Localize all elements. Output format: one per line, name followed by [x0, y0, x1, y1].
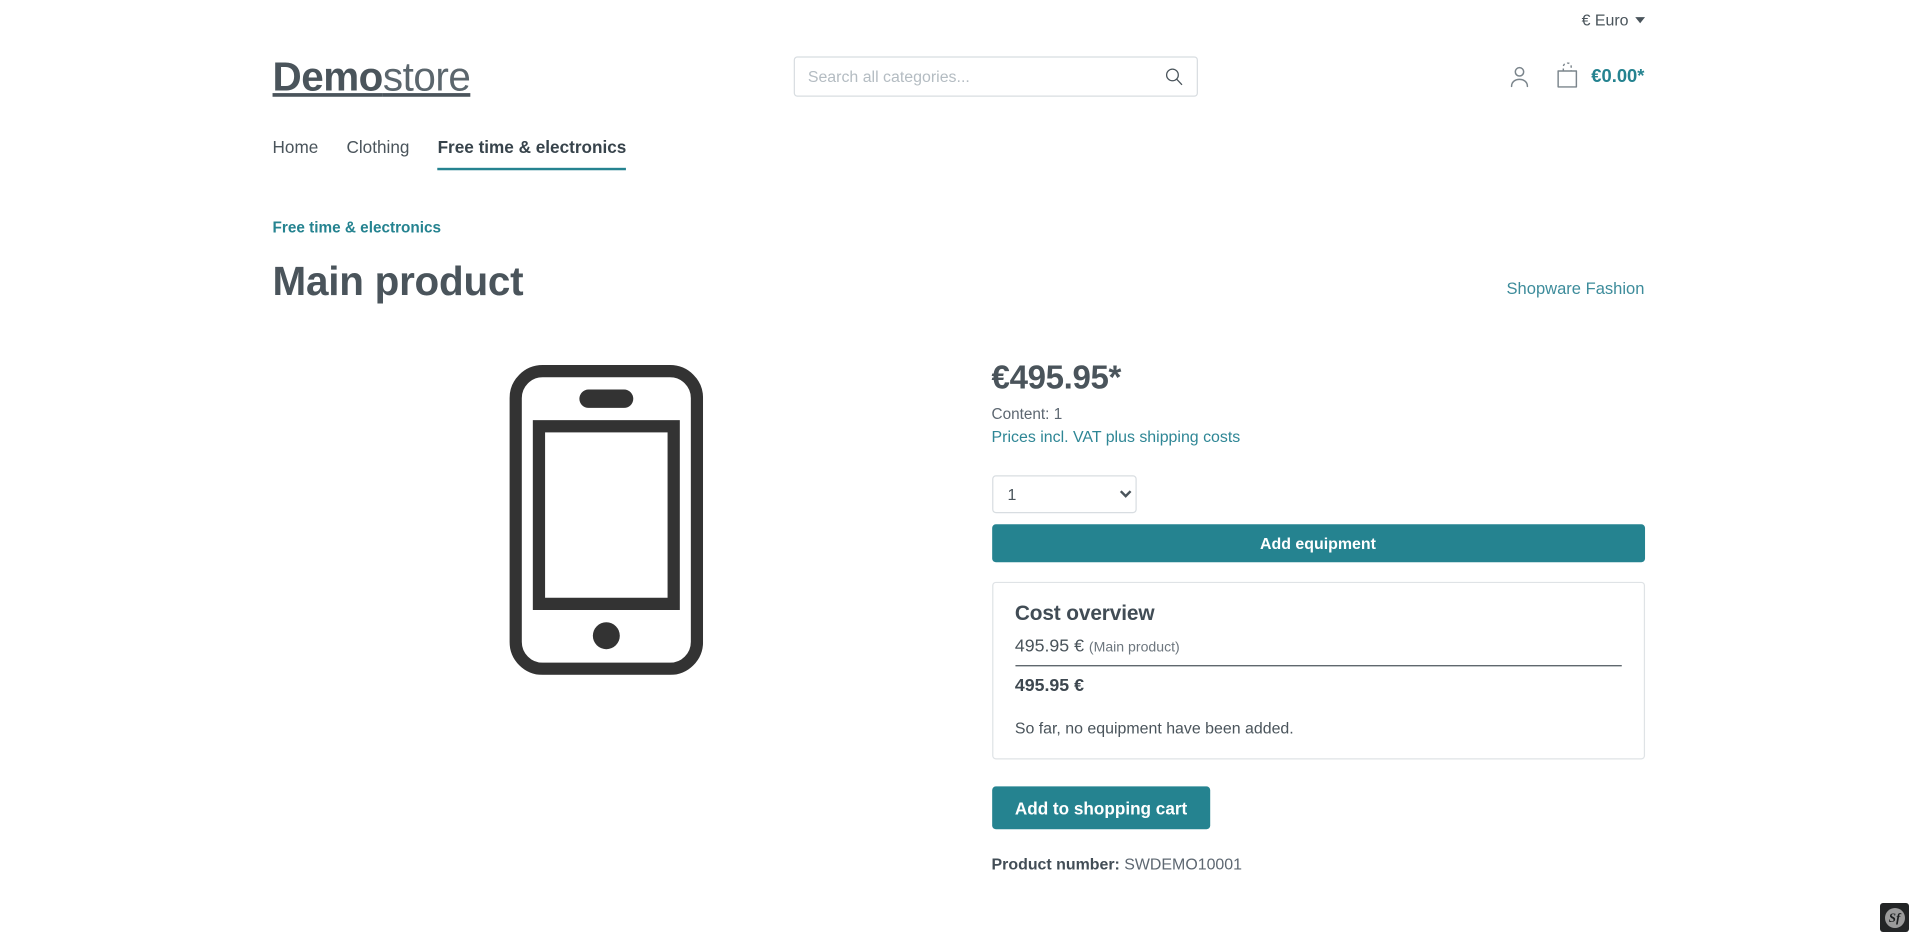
logo-bold-text: Demo [272, 53, 384, 99]
chevron-down-icon [1634, 16, 1645, 23]
cart-button[interactable]: €0.00* [1555, 62, 1645, 89]
product-tax-info: Prices incl. VAT plus shipping costs [992, 428, 1645, 446]
cost-overview-total: 495.95 € [1014, 676, 1084, 697]
person-icon [1510, 66, 1529, 87]
topbar: € Euro [273, 0, 1645, 32]
nav-item-free-time-electronics[interactable]: Free time & electronics [437, 137, 627, 171]
tax-info-link[interactable]: Prices incl. VAT plus shipping costs [992, 428, 1241, 446]
add-equipment-button[interactable]: Add equipment [991, 524, 1645, 563]
smartphone-icon[interactable] [509, 364, 704, 675]
cost-overview-line: 495.95 € (Main product) [1014, 637, 1622, 667]
symfony-toolbar-badge[interactable]: Sf [1880, 903, 1909, 932]
cost-overview-heading: Cost overview [1014, 601, 1155, 626]
currency-switcher[interactable]: € Euro [1581, 10, 1645, 29]
header-actions: €0.00* [1507, 62, 1645, 89]
product-buy-box: €495.95* Content: 1 Prices incl. VAT plu… [940, 350, 1645, 874]
product-heading-container: Main product Shopware Fashion [273, 236, 1645, 305]
bag-icon [1557, 62, 1578, 88]
product-tabs-container: Description Reviews [273, 874, 1645, 940]
symfony-icon: Sf [1884, 907, 1905, 928]
page-title: Main product [272, 258, 524, 304]
site-logo[interactable]: Demostore [273, 56, 794, 96]
product-heading-row: Main product Shopware Fashion [273, 236, 1645, 305]
site-header: Demostore Search all categories... €0.00… [273, 32, 1645, 110]
add-to-cart-button[interactable]: Add to shopping cart [991, 786, 1211, 830]
cost-overview-panel: Cost overview 495.95 € (Main product) 49… [991, 582, 1645, 760]
product-number-label: Product number: [991, 855, 1120, 874]
search-input[interactable] [793, 55, 1198, 97]
main-navigation: Home Clothing Free time & electronics [273, 110, 1645, 171]
account-button[interactable] [1507, 63, 1533, 89]
logo-light-text: store [382, 53, 471, 99]
header-container: Demostore Search all categories... €0.00… [273, 32, 1645, 110]
search-form [793, 55, 1198, 97]
cart-total-amount: €0.00* [1591, 65, 1645, 87]
cost-line-note: (Main product) [1088, 640, 1180, 656]
cost-line-amount: 495.95 € [1014, 637, 1084, 657]
product-tabs: Description Reviews [273, 874, 1645, 940]
product-gallery [273, 350, 941, 874]
quantity-select[interactable]: 1 2 3 4 5 6 7 8 9 10 [991, 475, 1137, 514]
mainnav-container: Home Clothing Free time & electronics [273, 110, 1645, 171]
manufacturer-link[interactable]: Shopware Fashion [1507, 279, 1645, 306]
product-number: Product number: SWDEMO10001 [992, 855, 1645, 873]
product-detail-container: €495.95* Content: 1 Prices incl. VAT plu… [273, 306, 1645, 874]
breadcrumb-container: Free time & electronics [273, 170, 1645, 236]
product-price: €495.95* [991, 358, 1122, 396]
search-icon [1165, 67, 1183, 85]
breadcrumb-item-free-time-electronics[interactable]: Free time & electronics [273, 219, 442, 236]
browser-page: € Euro Demostore Search all categories..… [0, 0, 1917, 940]
cost-overview-empty-note: So far, no equipment have been added. [1014, 719, 1294, 738]
search-submit-button[interactable] [1156, 56, 1193, 96]
product-number-value: SWDEMO10001 [1124, 855, 1242, 874]
topbar-container: € Euro [273, 0, 1645, 32]
product-detail: €495.95* Content: 1 Prices incl. VAT plu… [273, 306, 1645, 874]
nav-item-home[interactable]: Home [273, 137, 319, 170]
currency-label: € Euro [1581, 10, 1629, 29]
nav-item-clothing[interactable]: Clothing [346, 137, 409, 170]
product-content-info: Content: 1 [991, 405, 1063, 423]
breadcrumb: Free time & electronics [273, 170, 1645, 236]
